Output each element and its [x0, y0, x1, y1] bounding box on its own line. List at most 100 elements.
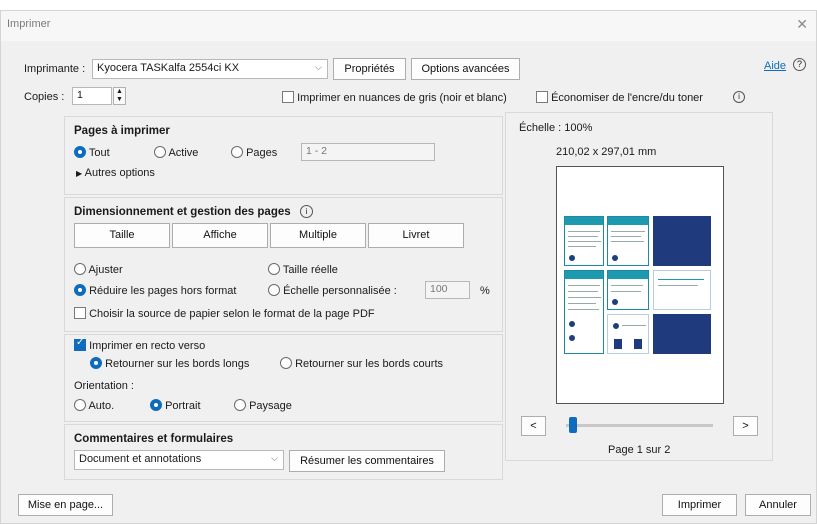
comments-title: Commentaires et formulaires	[74, 433, 234, 445]
preview-card	[607, 270, 649, 310]
short-edge-radio[interactable]	[280, 357, 292, 369]
preview-text-line	[658, 285, 698, 286]
preview-card	[607, 216, 649, 266]
preview-card	[564, 216, 604, 266]
page-indicator: Page 1 sur 2	[608, 444, 671, 456]
preview-dot	[612, 299, 618, 305]
advanced-options-button[interactable]: Options avancées	[411, 58, 520, 80]
copies-stepper[interactable]: ▲ ▼	[113, 87, 126, 105]
preview-title-block	[653, 216, 711, 266]
actual-size-radio[interactable]	[268, 263, 280, 275]
previous-page-button[interactable]: <	[521, 416, 546, 436]
paper-source-option[interactable]: Choisir la source de papier selon le for…	[74, 307, 375, 320]
actual-size-option[interactable]: Taille réelle	[268, 263, 338, 276]
cancel-button[interactable]: Annuler	[745, 494, 811, 516]
grayscale-checkbox[interactable]	[282, 91, 294, 103]
printer-select[interactable]: Kyocera TASKalfa 2554ci KX ⌵	[92, 59, 328, 79]
pages-all-option[interactable]: Tout	[74, 146, 110, 159]
preview-text-line	[611, 241, 644, 242]
summarize-comments-button[interactable]: Résumer les commentaires	[289, 450, 445, 472]
copies-input[interactable]: 1	[72, 87, 112, 105]
more-options-toggle[interactable]: ▶ Autres options	[76, 167, 155, 179]
page-slider-track[interactable]	[566, 424, 713, 427]
pages-range-radio[interactable]	[231, 146, 243, 158]
pages-active-radio[interactable]	[154, 146, 166, 158]
custom-scale-label: Échelle personnalisée :	[283, 285, 397, 297]
preview-card-header	[608, 217, 648, 225]
comments-select[interactable]: Document et annotations ⌵	[74, 450, 284, 470]
orientation-landscape-radio[interactable]	[234, 399, 246, 411]
preview-text-line	[568, 236, 598, 237]
duplex-label: Imprimer en recto verso	[89, 340, 206, 352]
preview-dot	[569, 255, 575, 261]
pages-title: Pages à imprimer	[74, 125, 170, 137]
long-edge-radio[interactable]	[90, 357, 102, 369]
preview-text-line	[568, 241, 601, 242]
orientation-auto-radio[interactable]	[74, 399, 86, 411]
save-ink-label: Économiser de l'encre/du toner	[551, 92, 703, 104]
preview-text-line	[568, 285, 600, 286]
pages-all-radio[interactable]	[74, 146, 86, 158]
page-setup-button[interactable]: Mise en page...	[18, 494, 113, 516]
preview-text-line	[568, 303, 596, 304]
triangle-right-icon: ▶	[76, 169, 83, 178]
sizing-info-icon[interactable]: i	[300, 205, 313, 218]
custom-scale-input[interactable]: 100	[425, 281, 470, 299]
tab-size[interactable]: Taille	[74, 223, 170, 248]
paper-source-checkbox[interactable]	[74, 307, 86, 319]
orientation-auto-option[interactable]: Auto.	[74, 399, 114, 412]
info-icon[interactable]: i	[733, 91, 745, 103]
more-options-label: Autres options	[84, 167, 155, 179]
tab-booklet[interactable]: Livret	[368, 223, 464, 248]
preview-card-header	[565, 217, 603, 225]
next-page-button[interactable]: >	[733, 416, 758, 436]
grayscale-label: Imprimer en nuances de gris (noir et bla…	[297, 92, 507, 104]
shrink-option[interactable]: Réduire les pages hors format	[74, 284, 236, 297]
scale-label: Échelle : 100%	[519, 122, 593, 134]
preview-card	[653, 270, 711, 310]
fit-radio[interactable]	[74, 263, 86, 275]
tab-multiple[interactable]: Multiple	[270, 223, 366, 248]
long-edge-option[interactable]: Retourner sur les bords longs	[90, 357, 249, 370]
fit-label: Ajuster	[88, 264, 123, 276]
pages-range-option[interactable]: Pages	[231, 146, 277, 159]
preview-dot	[612, 255, 618, 261]
custom-scale-radio[interactable]	[268, 284, 280, 296]
grayscale-option[interactable]: Imprimer en nuances de gris (noir et bla…	[282, 91, 507, 104]
orientation-portrait-option[interactable]: Portrait	[150, 399, 201, 412]
preview-text-line	[611, 285, 643, 286]
orientation-label: Orientation :	[74, 380, 134, 392]
preview-dot	[569, 335, 575, 341]
properties-button[interactable]: Propriétés	[333, 58, 406, 80]
orientation-portrait-radio[interactable]	[150, 399, 162, 411]
duplex-checkbox[interactable]	[74, 337, 86, 351]
pages-active-option[interactable]: Active	[154, 146, 198, 159]
preview-text-line	[568, 246, 596, 247]
save-ink-checkbox[interactable]	[536, 91, 548, 103]
preview-text-line	[568, 297, 601, 298]
short-edge-option[interactable]: Retourner sur les bords courts	[280, 357, 443, 370]
preview-title-block	[653, 314, 711, 354]
chevron-down-icon: ⌵	[271, 453, 278, 463]
fit-option[interactable]: Ajuster	[74, 263, 123, 276]
duplex-option[interactable]: Imprimer en recto verso	[74, 337, 206, 352]
save-ink-option[interactable]: Économiser de l'encre/du toner	[536, 91, 703, 104]
print-button[interactable]: Imprimer	[662, 494, 737, 516]
custom-scale-option[interactable]: Échelle personnalisée :	[268, 284, 397, 297]
page-slider-thumb[interactable]	[569, 417, 577, 433]
percent-label: %	[480, 285, 490, 297]
sizing-title: Dimensionnement et gestion des pages	[74, 206, 291, 218]
tab-poster[interactable]: Affiche	[172, 223, 268, 248]
close-icon[interactable]: ✕	[796, 16, 808, 33]
preview-text-line	[622, 325, 646, 326]
preview-text-line	[568, 309, 599, 310]
preview-text-line	[611, 291, 641, 292]
orientation-portrait-label: Portrait	[165, 400, 201, 412]
shrink-radio[interactable]	[74, 284, 86, 296]
title-bar: Imprimer ✕	[1, 11, 816, 41]
pages-range-input[interactable]: 1 - 2	[301, 143, 435, 161]
help-link[interactable]: Aide	[764, 60, 786, 72]
preview-text-line	[568, 291, 598, 292]
help-icon[interactable]: ?	[793, 58, 806, 71]
orientation-landscape-option[interactable]: Paysage	[234, 399, 292, 412]
